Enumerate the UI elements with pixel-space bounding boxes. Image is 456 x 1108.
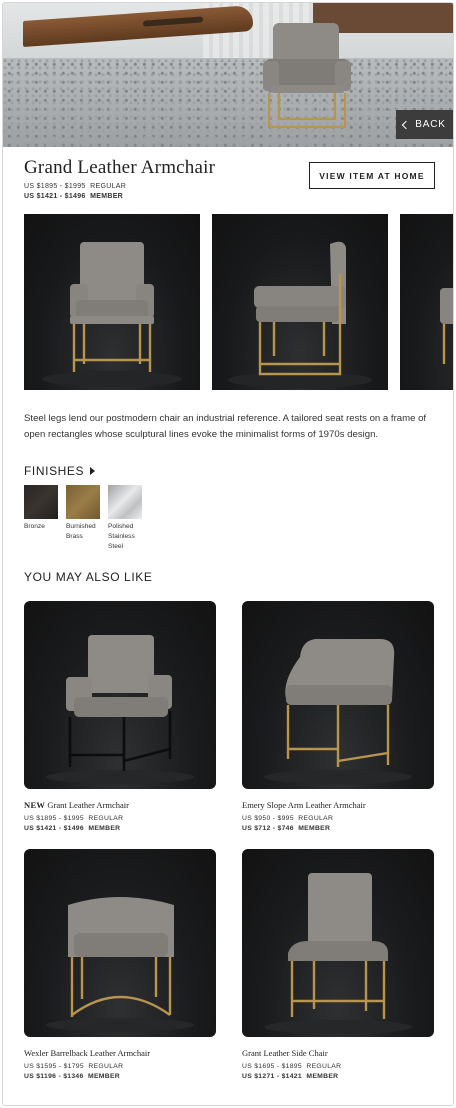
finish-label-burnished-brass: Burnished Brass — [66, 523, 96, 540]
finish-swatch-bronze[interactable] — [24, 485, 58, 519]
regular-price-label: REGULAR — [90, 183, 127, 190]
product-image-gallery[interactable] — [24, 214, 453, 390]
product-card-regular-price: US $1895 - $1995 REGULAR — [24, 815, 123, 822]
gallery-image-side[interactable] — [212, 214, 388, 390]
back-label: BACK — [415, 119, 446, 130]
member-price-label: MEMBER — [88, 1073, 121, 1080]
regular-price-value: US $1895 - $1995 — [24, 183, 86, 190]
back-button[interactable]: BACK — [396, 110, 453, 139]
product-member-price: US $1421 - $1496 MEMBER — [24, 193, 123, 200]
product-card-title[interactable]: Grant Leather Side Chair — [242, 1048, 328, 1058]
regular-price-value: US $1895 - $1995 — [24, 815, 84, 822]
member-price-label: MEMBER — [306, 1073, 339, 1080]
product-card-image[interactable] — [24, 601, 216, 789]
finish-label-bronze: Bronze — [24, 523, 45, 530]
hero-image: BACK — [3, 3, 453, 147]
product-card-regular-price: US $950 - $995 REGULAR — [242, 815, 333, 822]
member-price-value: US $1421 - $1496 — [24, 193, 86, 200]
view-item-at-home-button[interactable]: VIEW ITEM AT HOME — [309, 162, 435, 189]
member-price-label: MEMBER — [298, 825, 331, 832]
regular-price-label: REGULAR — [298, 815, 334, 822]
gallery-image-back[interactable] — [400, 214, 453, 390]
product-description: Steel legs lend our postmodern chair an … — [24, 413, 427, 440]
finish-label-polished-stainless-steel: Polished Stainless Steel — [108, 523, 135, 550]
product-card-member-price: US $1196 - $1346 MEMBER — [24, 1073, 120, 1080]
regular-price-label: REGULAR — [88, 815, 124, 822]
product-card-image[interactable] — [242, 601, 434, 789]
also-like-heading: YOU MAY ALSO LIKE — [24, 570, 153, 584]
product-regular-price: US $1895 - $1995 REGULAR — [24, 183, 126, 190]
finish-swatch-polished-stainless-steel[interactable] — [108, 485, 142, 519]
product-card-member-price: US $1271 - $1421 MEMBER — [242, 1073, 338, 1080]
caret-right-icon — [90, 467, 96, 475]
product-card-member-price: US $712 - $746 MEMBER — [242, 825, 330, 832]
regular-price-label: REGULAR — [306, 1063, 342, 1070]
new-badge: NEW — [24, 800, 46, 810]
product-card-regular-price: US $1695 - $1895 REGULAR — [242, 1063, 341, 1070]
member-price-value: US $1421 - $1496 — [24, 825, 84, 832]
member-price-value: US $1196 - $1346 — [24, 1073, 84, 1080]
hero-floor — [3, 58, 453, 147]
product-title: Grand Leather Armchair — [24, 157, 216, 178]
member-price-value: US $712 - $746 — [242, 825, 294, 832]
finish-swatch-burnished-brass[interactable] — [66, 485, 100, 519]
gallery-image-front[interactable] — [24, 214, 200, 390]
finishes-heading: FINISHES — [24, 464, 85, 478]
product-card-title[interactable]: Wexler Barrelback Leather Armchair — [24, 1048, 150, 1058]
regular-price-value: US $1595 - $1795 — [24, 1063, 84, 1070]
product-card-name: Grant Leather Armchair — [47, 800, 129, 810]
regular-price-label: REGULAR — [88, 1063, 124, 1070]
product-card-title[interactable]: NEW Grant Leather Armchair — [24, 800, 129, 810]
chevron-left-icon — [402, 120, 411, 130]
regular-price-value: US $950 - $995 — [242, 815, 294, 822]
member-price-label: MEMBER — [88, 825, 121, 832]
product-card-title[interactable]: Emery Slope Arm Leather Armchair — [242, 800, 366, 810]
product-card-regular-price: US $1595 - $1795 REGULAR — [24, 1063, 123, 1070]
product-page: BACK Grand Leather Armchair US $1895 - $… — [2, 2, 454, 1106]
product-card-member-price: US $1421 - $1496 MEMBER — [24, 825, 120, 832]
product-card-image[interactable] — [242, 849, 434, 1037]
product-card-image[interactable] — [24, 849, 216, 1037]
regular-price-value: US $1695 - $1895 — [242, 1063, 302, 1070]
hero-chair — [263, 23, 351, 129]
member-price-value: US $1271 - $1421 — [242, 1073, 302, 1080]
finishes-toggle[interactable]: FINISHES — [24, 464, 96, 478]
member-price-label: MEMBER — [90, 193, 124, 200]
